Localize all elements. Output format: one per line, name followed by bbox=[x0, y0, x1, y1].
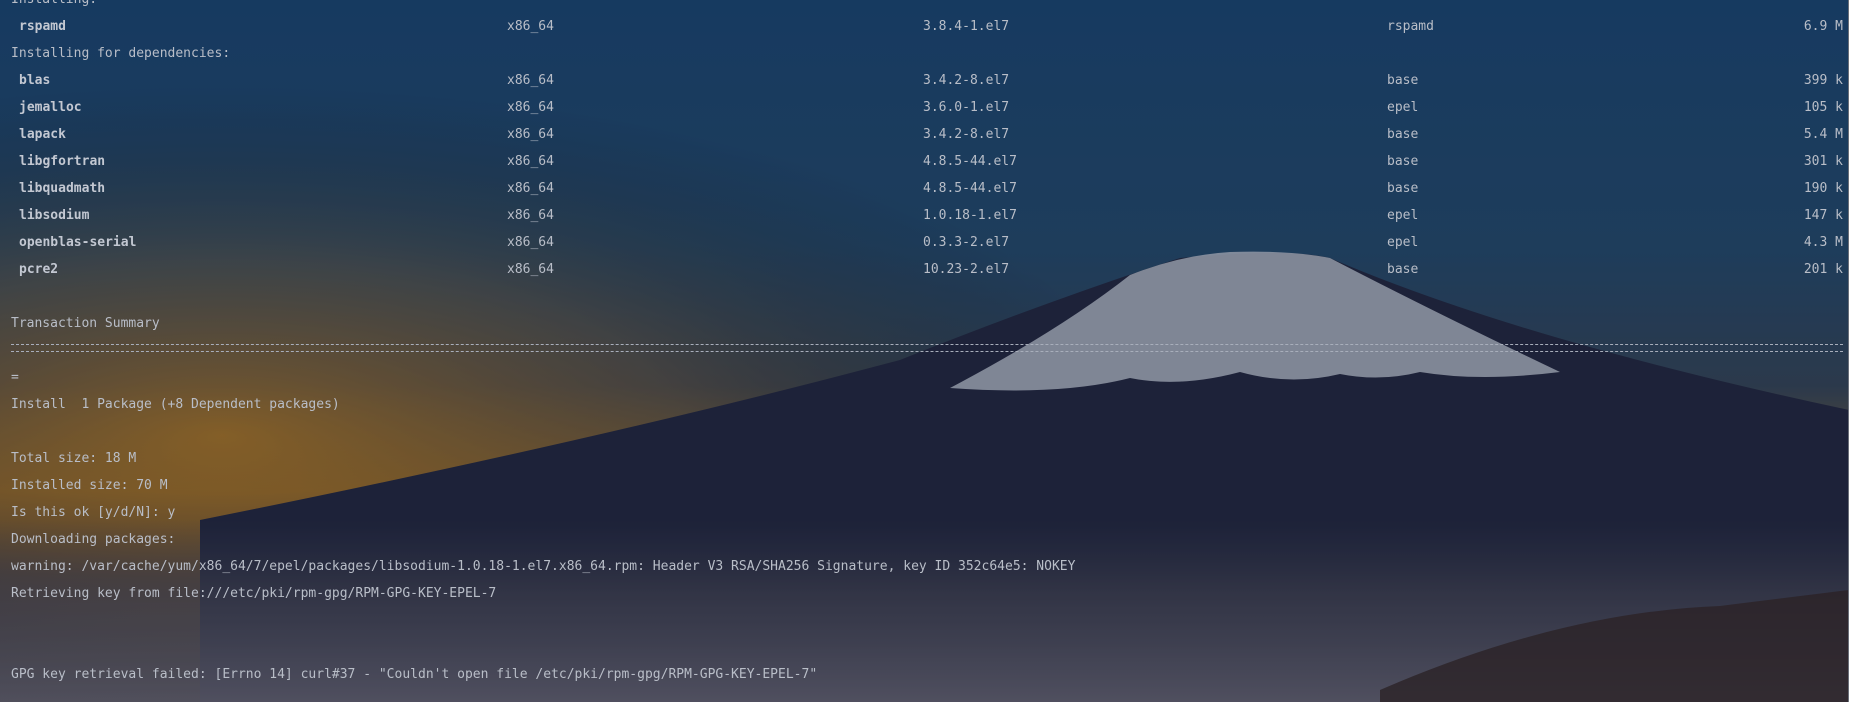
package-name: pcre2 bbox=[19, 262, 59, 277]
transaction-summary-title: Transaction Summary bbox=[11, 316, 160, 331]
package-version: 10.23-2.el7 bbox=[923, 262, 1010, 277]
package-arch: x86_64 bbox=[507, 19, 554, 34]
terminal-output[interactable]: Installing: rspamd x86_64 3.8.4-1.el7 rs… bbox=[0, 0, 1849, 702]
package-arch: x86_64 bbox=[507, 73, 554, 88]
package-arch: x86_64 bbox=[507, 262, 554, 277]
package-size: 4.3 M bbox=[1803, 235, 1843, 250]
package-name: blas bbox=[19, 73, 51, 88]
package-name: jemalloc bbox=[19, 100, 82, 115]
package-size: 201 k bbox=[1803, 262, 1843, 277]
dependency-row: jemalloc x86_64 3.6.0-1.el7 epel 105 k bbox=[0, 94, 1849, 121]
package-size: 301 k bbox=[1803, 154, 1843, 169]
dependency-row: libquadmath x86_64 4.8.5-44.el7 base 190… bbox=[0, 175, 1849, 202]
package-repo: base bbox=[1387, 181, 1419, 196]
package-version: 4.8.5-44.el7 bbox=[923, 181, 1017, 196]
dependency-row: lapack x86_64 3.4.2-8.el7 base 5.4 M bbox=[0, 121, 1849, 148]
package-row: rspamd x86_64 3.8.4-1.el7 rspamd 6.9 M bbox=[0, 13, 1849, 40]
downloading-line: Downloading packages: bbox=[11, 532, 176, 547]
dependency-row: blas x86_64 3.4.2-8.el7 base 399 k bbox=[0, 67, 1849, 94]
package-size: 105 k bbox=[1803, 100, 1843, 115]
dependency-row: pcre2 x86_64 10.23-2.el7 base 201 k bbox=[0, 256, 1849, 283]
package-version: 3.8.4-1.el7 bbox=[923, 19, 1010, 34]
dependency-row: libsodium x86_64 1.0.18-1.el7 epel 147 k bbox=[0, 202, 1849, 229]
confirm-prompt: Is this ok [y/d/N]: y bbox=[11, 505, 176, 520]
warning-line: warning: /var/cache/yum/x86_64/7/epel/pa… bbox=[11, 559, 1076, 574]
package-size: 190 k bbox=[1803, 181, 1843, 196]
package-arch: x86_64 bbox=[507, 100, 554, 115]
installed-size-line: Installed size: 70 M bbox=[11, 478, 168, 493]
package-name: libquadmath bbox=[19, 181, 106, 196]
installing-header: Installing: bbox=[11, 0, 97, 13]
retrieving-key-line: Retrieving key from file:///etc/pki/rpm-… bbox=[11, 586, 497, 601]
package-arch: x86_64 bbox=[507, 127, 554, 142]
dependencies-header: Installing for dependencies: bbox=[11, 46, 231, 61]
package-arch: x86_64 bbox=[507, 181, 554, 196]
package-name: rspamd bbox=[19, 19, 66, 34]
package-name: lapack bbox=[19, 127, 66, 142]
package-arch: x86_64 bbox=[507, 154, 554, 169]
package-name: libsodium bbox=[19, 208, 90, 223]
package-size: 5.4 M bbox=[1803, 127, 1843, 142]
package-version: 0.3.3-2.el7 bbox=[923, 235, 1010, 250]
package-version: 1.0.18-1.el7 bbox=[923, 208, 1017, 223]
package-repo: base bbox=[1387, 127, 1419, 142]
total-size-line: Total size: 18 M bbox=[11, 451, 137, 466]
package-repo: epel bbox=[1387, 100, 1419, 115]
install-summary-line: Install 1 Package (+8 Dependent packages… bbox=[11, 397, 340, 412]
package-version: 3.4.2-8.el7 bbox=[923, 127, 1010, 142]
package-repo: epel bbox=[1387, 235, 1419, 250]
gpg-error-line: GPG key retrieval failed: [Errno 14] cur… bbox=[11, 667, 818, 682]
package-repo: epel bbox=[1387, 208, 1419, 223]
package-version: 4.8.5-44.el7 bbox=[923, 154, 1017, 169]
package-repo: base bbox=[1387, 262, 1419, 277]
dependency-row: openblas-serial x86_64 0.3.3-2.el7 epel … bbox=[0, 229, 1849, 256]
separator-rule bbox=[11, 344, 1843, 352]
package-arch: x86_64 bbox=[507, 208, 554, 223]
package-repo: rspamd bbox=[1387, 19, 1434, 34]
package-repo: base bbox=[1387, 73, 1419, 88]
package-name: libgfortran bbox=[19, 154, 106, 169]
package-version: 3.4.2-8.el7 bbox=[923, 73, 1010, 88]
package-version: 3.6.0-1.el7 bbox=[923, 100, 1010, 115]
separator-tail: = bbox=[11, 370, 19, 385]
package-size: 147 k bbox=[1803, 208, 1843, 223]
package-repo: base bbox=[1387, 154, 1419, 169]
dependency-row: libgfortran x86_64 4.8.5-44.el7 base 301… bbox=[0, 148, 1849, 175]
package-name: openblas-serial bbox=[19, 235, 137, 250]
package-size: 6.9 M bbox=[1803, 19, 1843, 34]
package-size: 399 k bbox=[1803, 73, 1843, 88]
package-arch: x86_64 bbox=[507, 235, 554, 250]
